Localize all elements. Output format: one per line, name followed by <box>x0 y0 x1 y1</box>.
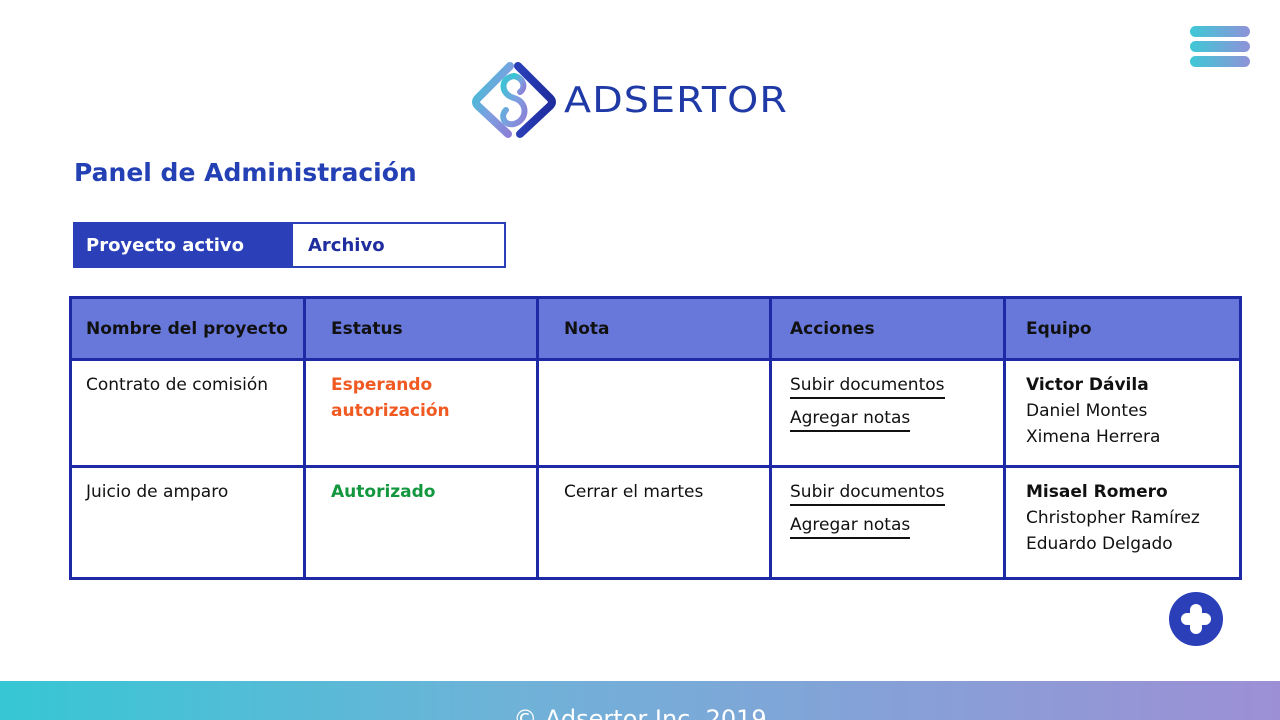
note-cell: Cerrar el martes <box>536 465 772 580</box>
project-name-cell: Juicio de amparo <box>69 465 306 580</box>
brand-name: ADSERTOR <box>564 79 789 121</box>
add-notes-link[interactable]: Agregar notas <box>790 406 911 432</box>
team-lead: Misael Romero <box>1026 482 1168 502</box>
status-cell: Esperando autorización <box>303 358 539 468</box>
adsertor-logo-icon <box>472 62 556 138</box>
table-row: Juicio de amparo Autorizado Cerrar el ma… <box>69 465 1242 580</box>
upload-documents-link[interactable]: Subir documentos <box>790 480 945 506</box>
column-header-name: Nombre del proyecto <box>69 296 306 361</box>
menu-bar <box>1190 56 1250 67</box>
column-header-note: Nota <box>536 296 772 361</box>
menu-bar <box>1190 26 1250 37</box>
status-text: Autorizado <box>331 482 436 502</box>
tab-active-project[interactable]: Proyecto activo <box>75 224 293 266</box>
table-header-row: Nombre del proyecto Estatus Nota Accione… <box>69 296 1242 361</box>
team-member: Daniel Montes <box>1026 401 1148 421</box>
actions-cell: Subir documentos Agregar notas <box>769 358 1006 468</box>
team-member: Christopher Ramírez <box>1026 508 1200 528</box>
footer: © Adsertor Inc. 2019 <box>0 681 1280 720</box>
add-project-button[interactable] <box>1169 592 1223 646</box>
note-cell <box>536 358 772 468</box>
brand-logo: ADSERTOR <box>470 60 787 140</box>
footer-copyright: © Adsertor Inc. 2019 <box>513 705 767 720</box>
plus-icon-stem <box>1190 604 1202 634</box>
column-header-actions: Acciones <box>769 296 1006 361</box>
add-notes-link[interactable]: Agregar notas <box>790 513 911 539</box>
status-text: Esperando autorización <box>331 375 450 421</box>
table-row: Contrato de comisión Esperando autorizac… <box>69 358 1242 468</box>
team-member: Eduardo Delgado <box>1026 534 1173 554</box>
actions-cell: Subir documentos Agregar notas <box>769 465 1006 580</box>
projects-table: Nombre del proyecto Estatus Nota Accione… <box>69 296 1242 580</box>
team-member: Ximena Herrera <box>1026 427 1161 447</box>
tab-archive[interactable]: Archivo <box>293 224 504 266</box>
team-cell: Victor Dávila Daniel Montes Ximena Herre… <box>1003 358 1242 468</box>
tab-bar: Proyecto activo Archivo <box>73 222 506 268</box>
column-header-status: Estatus <box>303 296 539 361</box>
status-cell: Autorizado <box>303 465 539 580</box>
page-title: Panel de Administración <box>74 158 417 187</box>
team-lead: Victor Dávila <box>1026 375 1149 395</box>
hamburger-menu-icon[interactable] <box>1190 26 1250 70</box>
column-header-team: Equipo <box>1003 296 1242 361</box>
menu-bar <box>1190 41 1250 52</box>
upload-documents-link[interactable]: Subir documentos <box>790 373 945 399</box>
team-cell: Misael Romero Christopher Ramírez Eduard… <box>1003 465 1242 580</box>
project-name-cell: Contrato de comisión <box>69 358 306 468</box>
